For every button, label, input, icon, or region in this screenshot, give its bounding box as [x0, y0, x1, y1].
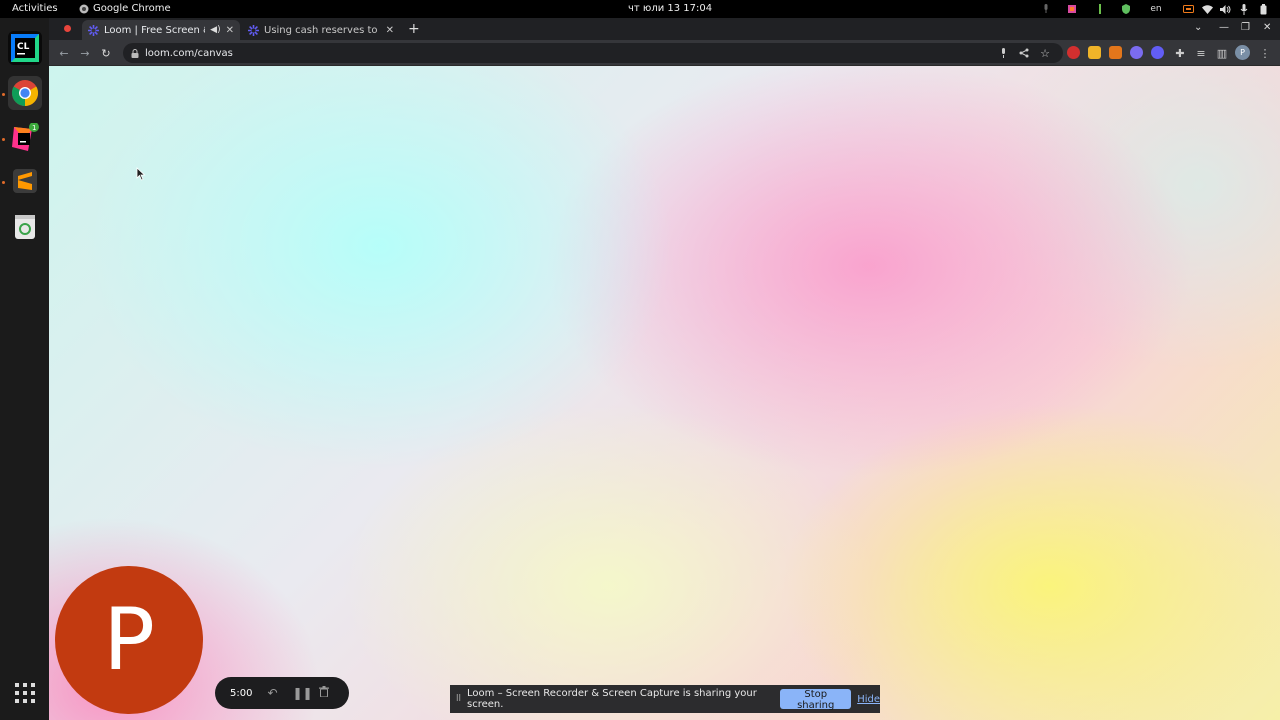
clock[interactable]: чт юли 13 17:04 [628, 3, 712, 14]
tray-app-icon[interactable] [1066, 2, 1078, 16]
recording-timer: 5:00 [230, 687, 253, 699]
loom-favicon-icon [88, 24, 99, 36]
clion-app-icon[interactable]: CL [8, 31, 42, 65]
stop-sharing-button[interactable]: Stop sharing [780, 689, 852, 711]
sublime-text-app-icon[interactable] [8, 164, 42, 198]
tab-close-icon[interactable]: ✕ [386, 25, 394, 36]
show-applications-grid-icon[interactable] [8, 676, 42, 710]
tab-audio-icon[interactable]: ◀) [210, 25, 220, 35]
svg-text:CL: CL [17, 42, 30, 52]
sharing-message: Loom – Screen Recorder & Screen Capture … [467, 688, 757, 710]
back-arrow-icon[interactable]: ← [56, 45, 72, 61]
undo-icon[interactable]: ↶ [266, 686, 278, 700]
wifi-icon[interactable] [1201, 2, 1213, 16]
drag-handle-icon[interactable]: ll [456, 694, 461, 704]
jetbrains-toolbox-app-icon[interactable]: 1 [8, 121, 42, 155]
tab-close-icon[interactable]: ✕ [226, 25, 234, 36]
share-icon[interactable] [1016, 45, 1032, 61]
tab-title: Using cash reserves to bu [264, 24, 381, 36]
mouse-cursor-icon [136, 167, 146, 181]
pause-icon[interactable]: ❚❚ [292, 686, 312, 700]
battery-icon[interactable] [1257, 2, 1269, 16]
close-window-icon[interactable]: ✕ [1263, 22, 1271, 33]
extension-yellow-icon[interactable] [1088, 46, 1101, 59]
volume-icon[interactable] [1219, 2, 1231, 16]
extension-purple-icon[interactable] [1130, 46, 1143, 59]
running-indicator [2, 181, 5, 184]
profile-avatar[interactable]: P [1235, 45, 1250, 60]
tab-search-chevron-down-icon[interactable]: ⌄ [1194, 22, 1202, 33]
running-indicator [2, 138, 5, 141]
chrome-toolbar: ← → ↻ loom.com/canvas ☆ ✚ ≡ ▥ P ⋮ [49, 40, 1280, 66]
chrome-menu-kebab-icon[interactable]: ⋮ [1257, 45, 1273, 61]
loom-canvas-page [49, 66, 1280, 720]
app-name: Google Chrome [93, 3, 171, 14]
microphone-icon[interactable] [1238, 2, 1250, 16]
reading-list-icon[interactable]: ≡ [1193, 45, 1209, 61]
new-tab-button[interactable]: + [408, 21, 420, 37]
hide-link[interactable]: Hide [857, 694, 880, 705]
minimize-window-icon[interactable]: — [1219, 22, 1229, 33]
activities-button[interactable]: Activities [12, 3, 58, 14]
lock-icon[interactable] [131, 48, 139, 58]
adblock-extension-icon[interactable] [1067, 46, 1080, 59]
google-chrome-app-icon[interactable] [8, 76, 42, 110]
keyboard-layout-indicator[interactable]: en [1148, 2, 1164, 16]
app-menu[interactable]: Google Chrome [79, 3, 171, 14]
recording-indicator-icon[interactable] [64, 25, 71, 32]
loom-camera-bubble[interactable]: P [55, 566, 203, 714]
loom-extension-icon[interactable] [1151, 46, 1164, 59]
address-bar[interactable]: loom.com/canvas [123, 43, 1063, 63]
tray-shield-icon[interactable] [1120, 2, 1132, 16]
tab-cash-reserves[interactable]: Using cash reserves to bu ✕ [242, 20, 400, 40]
chrome-tab-strip: Loom | Free Screen & V ◀) ✕ Using cash r… [49, 18, 1280, 40]
dock: CL 1 [0, 18, 49, 720]
bookmark-star-icon[interactable]: ☆ [1037, 45, 1053, 61]
system-top-bar: Activities Google Chrome чт юли 13 17:04… [0, 0, 1280, 18]
mic-indicator-icon[interactable] [1040, 2, 1052, 16]
avatar-initial: P [103, 590, 155, 690]
microphone-permission-icon[interactable] [995, 45, 1011, 61]
url-text: loom.com/canvas [145, 47, 233, 59]
screen-sharing-bar: ll Loom – Screen Recorder & Screen Captu… [450, 685, 880, 713]
side-panel-icon[interactable]: ▥ [1214, 45, 1230, 61]
tab-loom[interactable]: Loom | Free Screen & V ◀) ✕ [82, 20, 240, 40]
tray-green-icon[interactable] [1094, 2, 1106, 16]
extensions-puzzle-icon[interactable]: ✚ [1172, 45, 1188, 61]
screen-share-icon[interactable] [1182, 2, 1194, 16]
forward-arrow-icon[interactable]: → [77, 45, 93, 61]
chrome-small-icon [79, 4, 89, 13]
maximize-window-icon[interactable]: ❐ [1241, 22, 1250, 33]
reload-icon[interactable]: ↻ [98, 45, 114, 61]
metamask-extension-icon[interactable] [1109, 46, 1122, 59]
notification-badge: 1 [32, 124, 36, 132]
loom-recording-controls: 5:00 ↶ ❚❚ [215, 677, 349, 709]
trash-delete-icon[interactable] [318, 686, 330, 700]
trash-icon[interactable] [8, 209, 42, 243]
running-indicator [2, 93, 5, 96]
tab-title: Loom | Free Screen & V [104, 24, 205, 36]
loom-favicon-icon [248, 24, 259, 36]
